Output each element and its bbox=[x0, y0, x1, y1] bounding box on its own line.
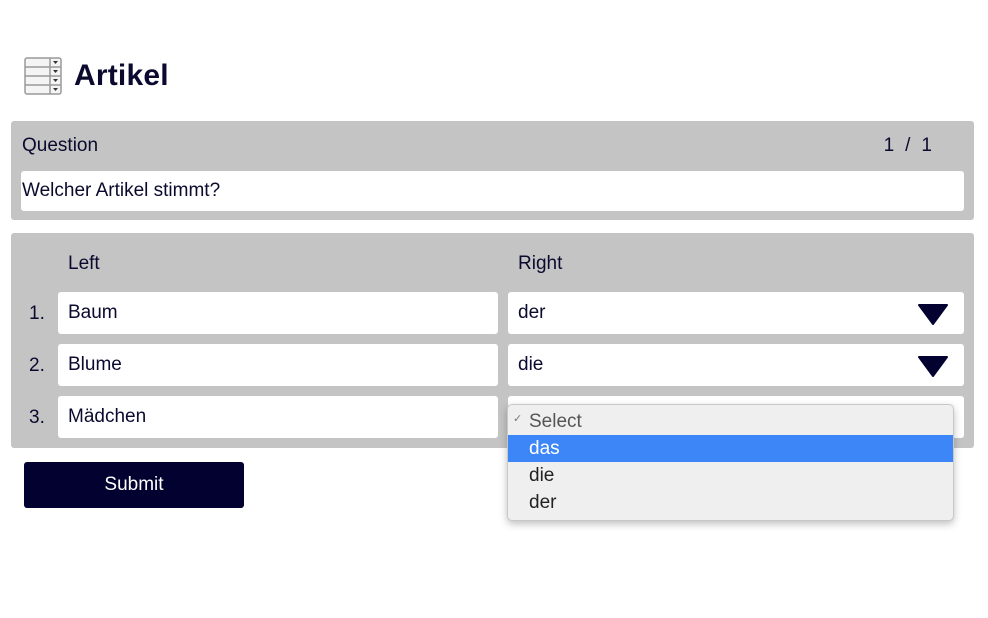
option-label: das bbox=[529, 437, 560, 459]
left-item: Mädchen bbox=[58, 396, 498, 438]
option-label: der bbox=[529, 491, 557, 513]
article-select[interactable]: der bbox=[508, 292, 964, 334]
question-panel: Question 1 / 1 Welcher Artikel stimmt? bbox=[11, 121, 974, 220]
chevron-down-icon bbox=[918, 356, 948, 377]
question-counter: 1 / 1 bbox=[884, 135, 932, 157]
dropdown-option-select[interactable]: ✓ Select bbox=[508, 408, 953, 435]
page-title: Artikel bbox=[74, 59, 169, 92]
chevron-down-icon bbox=[918, 304, 948, 325]
row-number: 2. bbox=[29, 355, 45, 376]
question-current: 1 bbox=[883, 135, 895, 156]
question-total: 1 bbox=[921, 135, 932, 156]
right-column-header: Right bbox=[518, 253, 563, 274]
question-label: Question bbox=[22, 135, 99, 156]
select-dropdown-list: ✓ Select das die der bbox=[507, 404, 954, 521]
select-value: der bbox=[518, 302, 546, 323]
left-item: Baum bbox=[58, 292, 498, 334]
question-text: Welcher Artikel stimmt? bbox=[21, 171, 964, 211]
question-separator: / bbox=[905, 135, 911, 156]
article-select[interactable]: die bbox=[508, 344, 964, 386]
dropdown-option-der[interactable]: der bbox=[508, 489, 953, 516]
table-select-icon bbox=[24, 57, 62, 95]
row-number: 1. bbox=[29, 303, 45, 324]
option-label: Select bbox=[529, 410, 582, 432]
dropdown-option-die[interactable]: die bbox=[508, 462, 953, 489]
left-column-header: Left bbox=[68, 253, 100, 274]
option-label: die bbox=[529, 464, 555, 486]
left-item: Blume bbox=[58, 344, 498, 386]
submit-button[interactable]: Submit bbox=[24, 462, 244, 508]
checkmark-icon: ✓ bbox=[513, 413, 523, 425]
row-number: 3. bbox=[29, 407, 45, 428]
dropdown-option-das[interactable]: das bbox=[508, 435, 953, 462]
page-header: Artikel bbox=[24, 56, 169, 96]
select-value: die bbox=[518, 354, 544, 375]
